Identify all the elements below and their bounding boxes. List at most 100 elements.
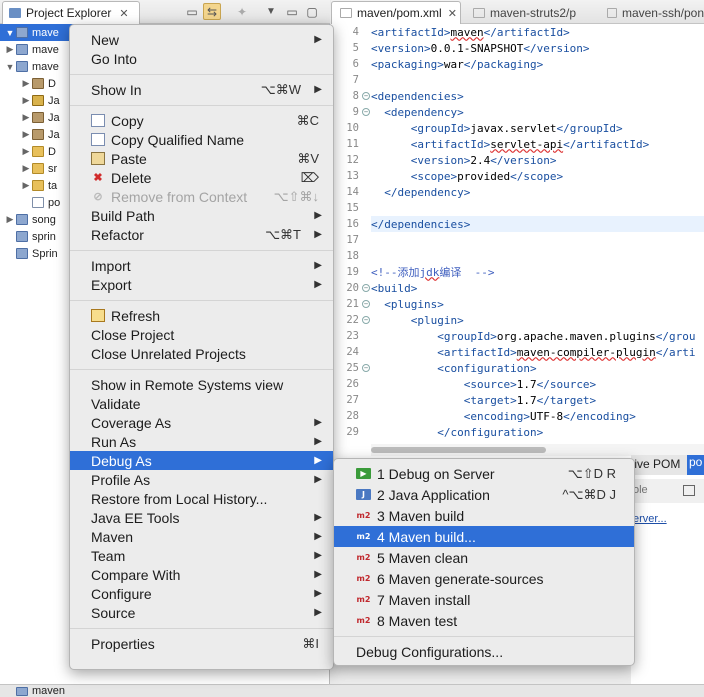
code-line: <packaging> war </packaging> (371, 56, 704, 72)
expanded-arrow-icon[interactable]: ▼ (4, 28, 16, 38)
tab-maven-struts2[interactable]: maven-struts2/p (465, 1, 593, 24)
folder-icon (32, 146, 44, 157)
submenu-item-8-maven-test[interactable]: m2 8 Maven test (334, 610, 634, 631)
menu-item-show-in-remote-systems-view[interactable]: Show in Remote Systems view (70, 375, 333, 394)
link-with-editor-icon[interactable]: ⇆ (203, 3, 221, 20)
menu-item-go-into[interactable]: Go Into (70, 49, 333, 68)
collapsed-arrow-icon[interactable]: ▶ (20, 129, 32, 140)
menu-item-configure[interactable]: Configure ▶ (70, 584, 333, 603)
menu-item-label: Debug As (91, 452, 152, 469)
code-token: <packaging> (371, 57, 444, 71)
fold-toggle-icon[interactable]: − (362, 300, 370, 308)
tab-maven-ssh[interactable]: maven-ssh/pon (599, 1, 704, 24)
close-icon[interactable]: ✕ (448, 7, 457, 20)
shortcut-label: ⌥⌘W (260, 81, 301, 97)
submenu-item-4-maven-build[interactable]: m2 4 Maven build... (334, 526, 634, 547)
collapsed-arrow-icon[interactable]: ▶ (20, 163, 32, 174)
code-token: jdk (419, 265, 440, 279)
code-token: javax.servlet (470, 121, 557, 135)
code-token: </target> (536, 393, 597, 407)
submenu-item-1-debug-on-server[interactable]: ▶ 1 Debug on Server ⌥⇧D R (334, 463, 634, 484)
menu-item-run-as[interactable]: Run As ▶ (70, 432, 333, 451)
tab-pom-xml-source[interactable]: po (687, 455, 704, 475)
menu-item-export[interactable]: Export ▶ (70, 275, 333, 294)
menu-item-profile-as[interactable]: Profile As ▶ (70, 470, 333, 489)
collapsed-arrow-icon[interactable]: ▶ (20, 95, 32, 106)
code-token: <dependency> (384, 105, 464, 119)
collapsed-arrow-icon[interactable]: ▶ (4, 44, 16, 55)
collapsed-arrow-icon[interactable]: ▶ (20, 112, 32, 123)
menu-item-maven[interactable]: Maven ▶ (70, 527, 333, 546)
fold-toggle-icon[interactable]: − (362, 364, 370, 372)
menu-item-source[interactable]: Source ▶ (70, 603, 333, 622)
shortcut-label: ⌥⇧D R (567, 465, 616, 481)
project-icon (16, 231, 28, 242)
code-line: <version> 2.4 </version> (371, 152, 704, 168)
line-number-text: 10 (346, 122, 359, 134)
menu-item-validate[interactable]: Validate (70, 394, 333, 413)
submenu-item-7-maven-install[interactable]: m2 7 Maven install (334, 589, 634, 610)
menu-item-coverage-as[interactable]: Coverage As ▶ (70, 413, 333, 432)
menu-item-properties[interactable]: Properties ⌘I (70, 634, 333, 653)
menu-item-close-project[interactable]: Close Project (70, 325, 333, 344)
code-editor[interactable]: <artifactId> maven </artifactId> <version> 0… (371, 24, 704, 444)
submenu-item-debug-configurations[interactable]: Debug Configurations... (334, 641, 634, 662)
code-token: maven (450, 25, 484, 39)
line-number-text: 24 (346, 346, 359, 358)
menu-item-label: Compare With (91, 566, 181, 583)
menu-item-delete[interactable]: ✖ Delete ⌦ (70, 168, 333, 187)
maximize-icon[interactable]: ▢ (303, 3, 321, 20)
fold-toggle-icon[interactable]: − (362, 316, 370, 324)
menu-item-copy[interactable]: Copy ⌘C (70, 111, 333, 130)
scrollbar-thumb[interactable] (371, 447, 546, 453)
line-number-text: 11 (346, 138, 359, 150)
view-menu-icon[interactable]: ▼ (262, 3, 280, 20)
submenu-item-5-maven-clean[interactable]: m2 5 Maven clean (334, 547, 634, 568)
close-icon[interactable]: ✕ (119, 7, 128, 20)
menu-item-team[interactable]: Team ▶ (70, 546, 333, 565)
menu-item-compare-with[interactable]: Compare With ▶ (70, 565, 333, 584)
tab-pom-xml[interactable]: maven/pom.xml ✕ (331, 1, 461, 24)
collapsed-arrow-icon[interactable]: ▶ (20, 146, 32, 157)
menu-item-copy-qualified-name[interactable]: Copy Qualified Name (70, 130, 333, 149)
menu-item-paste[interactable]: Paste ⌘V (70, 149, 333, 168)
menu-item-restore-from-local-history[interactable]: Restore from Local History... (70, 489, 333, 508)
menu-item-java-ee-tools[interactable]: Java EE Tools ▶ (70, 508, 333, 527)
expanded-arrow-icon[interactable]: ▼ (4, 62, 16, 72)
line-number: 28 (331, 408, 371, 424)
menu-item-refactor[interactable]: Refactor ⌥⌘T ▶ (70, 225, 333, 244)
focus-icon[interactable]: ✦ (233, 3, 251, 20)
menu-item-close-unrelated-projects[interactable]: Close Unrelated Projects (70, 344, 333, 363)
submenu-item-6-maven-generate-sources[interactable]: m2 6 Maven generate-sources (334, 568, 634, 589)
collapsed-arrow-icon[interactable]: ▶ (20, 78, 32, 89)
console-tab-label[interactable]: ole (633, 484, 648, 496)
menu-item-refresh[interactable]: Refresh (70, 306, 333, 325)
submenu-item-label: 3 Maven build (377, 507, 465, 524)
collapsed-arrow-icon[interactable]: ▶ (4, 214, 16, 225)
line-number-text: 16 (346, 218, 359, 230)
tab-effective-pom[interactable]: tive POM (631, 457, 680, 471)
submenu-item-2-java-application[interactable]: J 2 Java Application ^⌥⌘D J (334, 484, 634, 505)
menu-item-label: Build Path (91, 207, 155, 224)
menu-item-debug-as[interactable]: Debug As ▶ (70, 451, 333, 470)
fold-toggle-icon[interactable]: − (362, 108, 370, 116)
server-link[interactable]: erver... (633, 513, 667, 525)
fold-toggle-icon[interactable]: − (362, 284, 370, 292)
tab-project-explorer[interactable]: Project Explorer ✕ (2, 1, 140, 24)
menu-item-build-path[interactable]: Build Path ▶ (70, 206, 333, 225)
menu-item-show-in[interactable]: Show In ⌥⌘W ▶ (70, 80, 333, 99)
minimize-icon[interactable]: ▭ (283, 3, 301, 20)
collapse-all-icon[interactable]: ▭ (183, 3, 201, 20)
menu-item-import[interactable]: Import ▶ (70, 256, 333, 275)
fold-toggle-icon[interactable]: − (362, 92, 370, 100)
submenu-item-3-maven-build[interactable]: m2 3 Maven build (334, 505, 634, 526)
code-token: </groupId> (556, 121, 623, 135)
console-display-icon[interactable] (683, 485, 695, 496)
menu-item-new[interactable]: New ▶ (70, 30, 333, 49)
collapsed-arrow-icon[interactable]: ▶ (20, 180, 32, 191)
